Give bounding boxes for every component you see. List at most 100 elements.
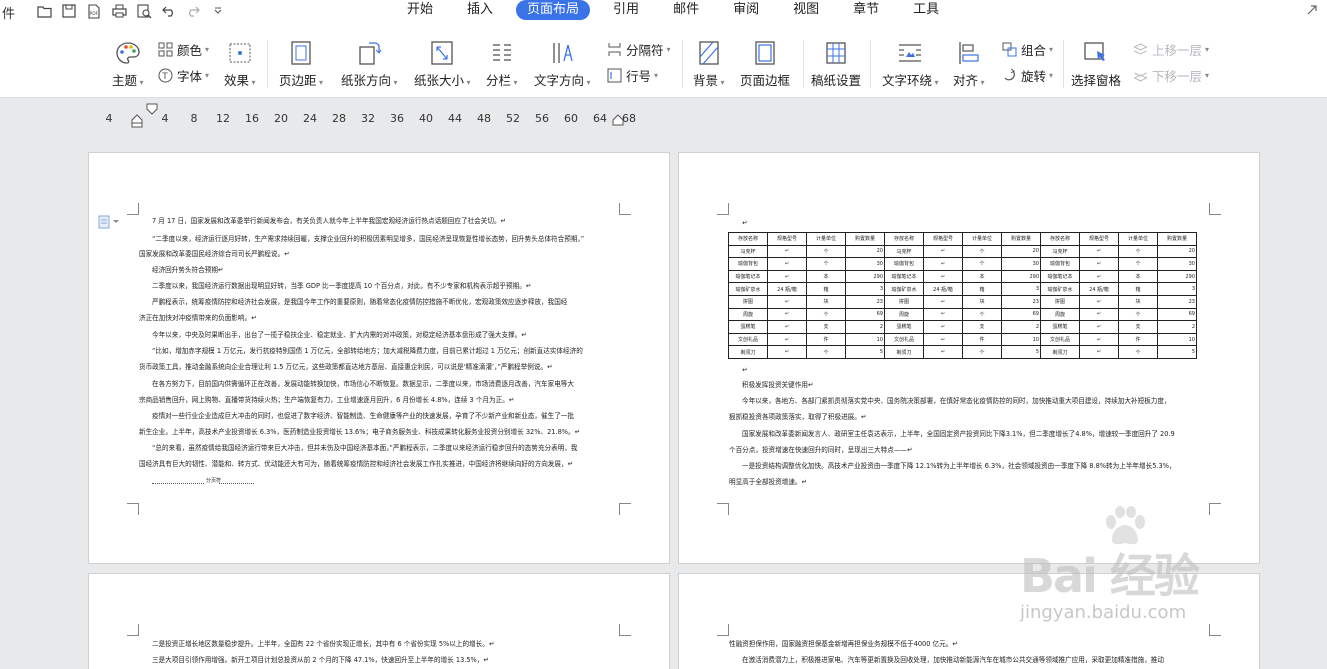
table-cell[interactable]: 69 <box>1157 307 1197 322</box>
text-wrap-button[interactable]: 文字环绕 <box>882 40 939 89</box>
table-cell[interactable]: 30 <box>1001 257 1041 271</box>
table-cell[interactable]: 30 <box>845 257 885 271</box>
table-cell[interactable]: 件 <box>806 332 846 347</box>
document-page-3[interactable]: 二是投资正增长地区数量稳步提升。上半年，全国有 22 个省份实现正增长，其中有 … <box>88 573 670 669</box>
table-cell[interactable]: 5 <box>1001 345 1041 359</box>
table-cell[interactable]: 支 <box>806 320 846 334</box>
table-cell[interactable]: 瑜伽矿泉水 <box>728 282 768 296</box>
open-folder-icon[interactable] <box>36 3 52 19</box>
table-cell[interactable]: ↵ <box>923 269 963 284</box>
tab-tools[interactable]: 工具 <box>902 0 950 20</box>
table-cell[interactable]: 24 瓶/箱 <box>923 282 963 296</box>
table-cell[interactable]: 文创礼品 <box>1040 332 1080 347</box>
table-header-cell[interactable]: 规格型号 <box>923 232 963 246</box>
table-cell[interactable]: ↵ <box>923 294 963 309</box>
table-cell[interactable]: ↵ <box>923 332 963 347</box>
table-cell[interactable]: 24 瓶/箱 <box>1079 282 1119 296</box>
text-direction-button[interactable]: 文字方向 <box>534 40 591 89</box>
tab-home[interactable]: 开始 <box>396 0 444 20</box>
table-cell[interactable]: 周旋 <box>1040 307 1080 322</box>
table-cell[interactable]: 文创礼品 <box>884 332 924 347</box>
margin-button[interactable]: 页边距 <box>279 40 323 89</box>
table-cell[interactable]: 瑜伽笔记本 <box>728 269 768 284</box>
table-cell[interactable]: 个 <box>806 345 846 359</box>
table-cell[interactable]: 290 <box>1001 269 1041 284</box>
tab-view[interactable]: 视图 <box>782 0 830 20</box>
table-cell[interactable]: 瑜伽矿泉水 <box>1040 282 1080 296</box>
table-header-cell[interactable]: 购置数量 <box>1001 232 1041 246</box>
tab-page-layout[interactable]: 页面布局 <box>516 0 591 20</box>
table-cell[interactable]: 剃须刀 <box>728 345 768 359</box>
table-cell[interactable]: ↵ <box>1079 307 1119 322</box>
orientation-button[interactable]: 纸张方向 <box>341 40 398 89</box>
table-header-cell[interactable]: 计量单位 <box>806 232 846 246</box>
table-cell[interactable]: 3 <box>845 282 885 296</box>
effect-button[interactable]: 效果 <box>224 40 256 89</box>
table-cell[interactable]: 本 <box>806 269 846 284</box>
table-cell[interactable]: 周旋 <box>884 307 924 322</box>
table-cell[interactable]: 个 <box>806 257 846 271</box>
table-cell[interactable]: 个 <box>806 244 846 259</box>
redo-icon[interactable] <box>185 3 201 19</box>
table-cell[interactable]: ↵ <box>767 345 807 359</box>
table-cell[interactable]: 个 <box>962 307 1002 322</box>
table-cell[interactable]: ↵ <box>923 257 963 271</box>
asset-table[interactable]: 存放名称 规格型号 计量单位 购置数量 存放名称 规格型号 计量单位 购置数量 存放名称 规格型号… <box>728 232 1197 359</box>
table-cell[interactable]: 5 <box>1157 345 1197 359</box>
table-cell[interactable]: 瑜伽背包 <box>884 257 924 271</box>
table-cell[interactable]: 马克杯 <box>1040 244 1080 259</box>
bring-forward-button[interactable]: 上移一层 ▾ <box>1132 40 1209 59</box>
document-outline-icon[interactable] <box>98 215 120 229</box>
left-indent-marker[interactable] <box>131 114 143 128</box>
quick-access-more-icon[interactable] <box>210 3 226 19</box>
color-button[interactable]: 颜色 ▾ <box>157 40 209 59</box>
table-cell[interactable]: 290 <box>1157 269 1197 284</box>
table-cell[interactable]: 24 瓶/箱 <box>767 282 807 296</box>
table-cell[interactable]: 个 <box>962 345 1002 359</box>
collapse-ribbon-icon[interactable] <box>1305 3 1319 21</box>
table-header-cell[interactable]: 存放名称 <box>728 232 768 246</box>
table-header-cell[interactable]: 购置数量 <box>1157 232 1197 246</box>
table-cell[interactable]: 拼图 <box>728 294 768 309</box>
document-page-1[interactable]: 7 月 17 日，国家发展和改革委举行新闻发布会，有关负责人就今年上半年我国宏观… <box>88 152 670 564</box>
table-cell[interactable]: 本 <box>962 269 1002 284</box>
table-cell[interactable]: 块 <box>806 294 846 309</box>
table-cell[interactable]: ↵ <box>767 269 807 284</box>
send-backward-button[interactable]: 下移一层 ▾ <box>1132 66 1209 85</box>
table-header-cell[interactable]: 购置数量 <box>845 232 885 246</box>
table-cell[interactable]: ↵ <box>1079 244 1119 259</box>
table-cell[interactable]: 20 <box>845 244 885 259</box>
table-cell[interactable]: 瑜伽笔记本 <box>884 269 924 284</box>
theme-button[interactable]: 主题 <box>112 40 144 89</box>
table-cell[interactable]: ↵ <box>1079 294 1119 309</box>
undo-icon[interactable] <box>161 3 177 19</box>
tab-mailings[interactable]: 邮件 <box>662 0 710 20</box>
table-cell[interactable]: 个 <box>962 244 1002 259</box>
table-header-cell[interactable]: 存放名称 <box>884 232 924 246</box>
font-button[interactable]: T 字体 ▾ <box>157 66 209 85</box>
table-cell[interactable]: 23 <box>845 294 885 309</box>
table-cell[interactable]: 69 <box>845 307 885 322</box>
table-cell[interactable]: 30 <box>1157 257 1197 271</box>
table-cell[interactable]: ↵ <box>1079 320 1119 334</box>
tab-references[interactable]: 引用 <box>602 0 650 20</box>
table-cell[interactable]: 5 <box>845 345 885 359</box>
table-cell[interactable]: 2 <box>1001 320 1041 334</box>
export-pdf-icon[interactable]: PDF <box>86 3 102 19</box>
table-cell[interactable]: ↵ <box>767 320 807 334</box>
file-menu[interactable]: 件 <box>2 3 15 22</box>
table-cell[interactable]: ↵ <box>767 244 807 259</box>
rotate-button[interactable]: 旋转 ▾ <box>1001 66 1053 85</box>
table-cell[interactable]: 20 <box>1001 244 1041 259</box>
save-icon[interactable] <box>61 3 77 19</box>
table-cell[interactable]: ↵ <box>1079 345 1119 359</box>
table-cell[interactable]: 2 <box>845 320 885 334</box>
table-cell[interactable]: 23 <box>1157 294 1197 309</box>
table-cell[interactable]: 箱 <box>962 282 1002 296</box>
table-cell[interactable]: 3 <box>1001 282 1041 296</box>
table-cell[interactable]: 20 <box>1157 244 1197 259</box>
table-cell[interactable]: 瑜伽矿泉水 <box>884 282 924 296</box>
group-button[interactable]: 组合 ▾ <box>1001 40 1053 59</box>
table-cell[interactable]: ↵ <box>923 320 963 334</box>
table-cell[interactable]: 个 <box>1118 345 1158 359</box>
